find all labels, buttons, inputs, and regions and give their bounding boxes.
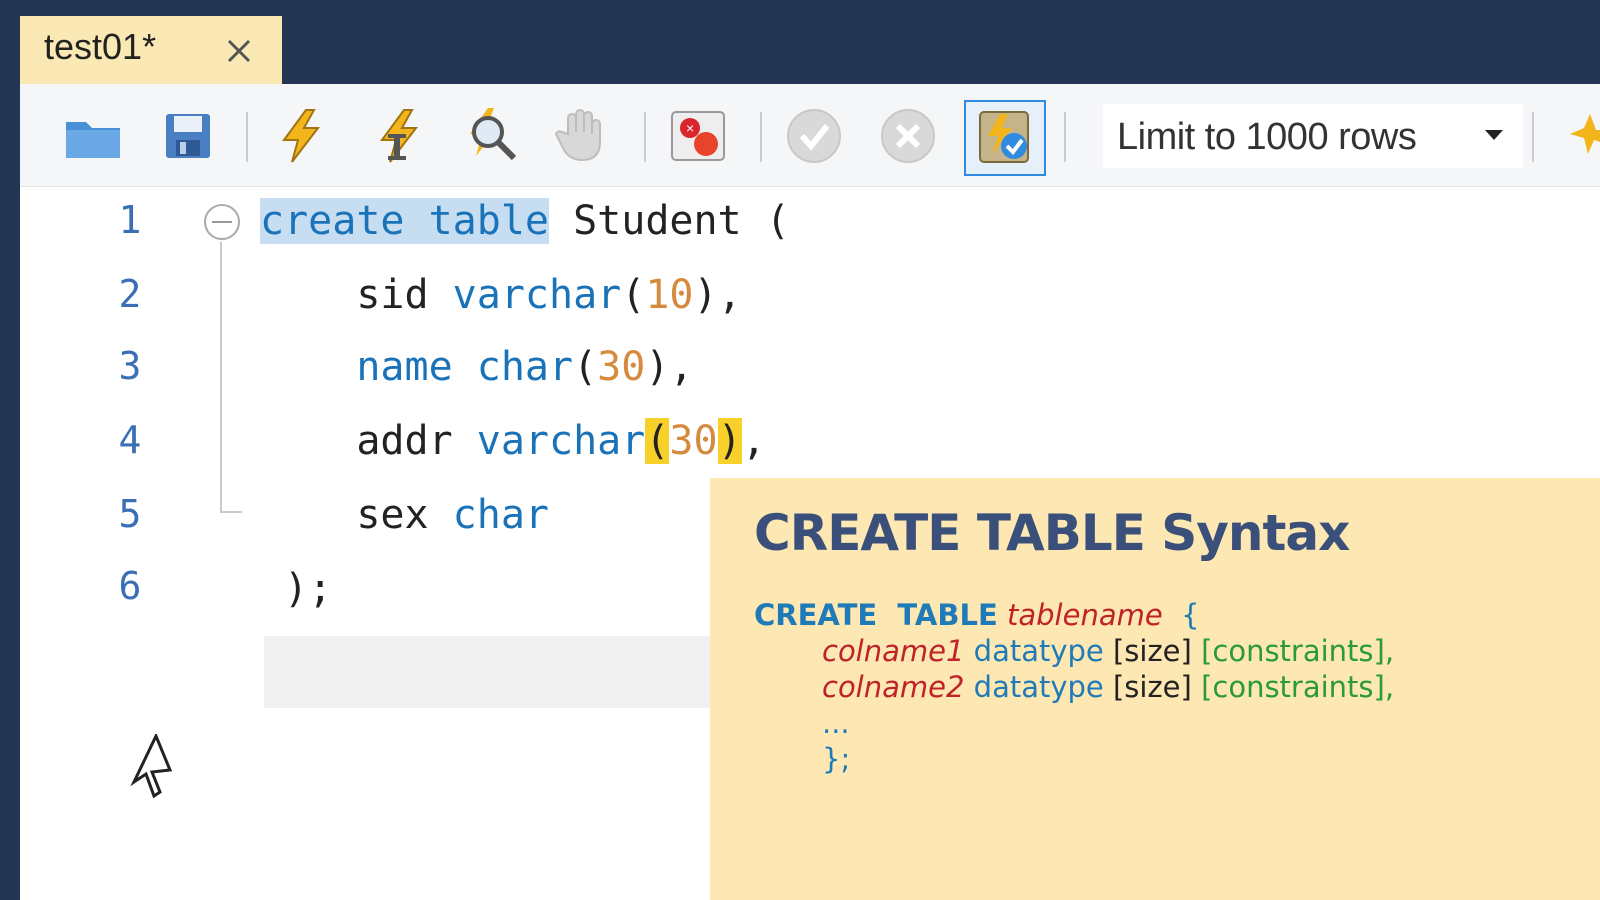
limit-rows-label: Limit to 1000 rows	[1117, 116, 1417, 158]
syntax-size: [size]	[1112, 670, 1192, 704]
toolbar-separator	[246, 112, 248, 162]
data-type: char	[476, 344, 574, 390]
paren: ),	[645, 344, 694, 390]
dropdown-arrow-icon[interactable]	[1483, 128, 1505, 142]
toolbar-separator	[1532, 112, 1534, 162]
syntax-colname: colname2	[822, 670, 965, 704]
rollback-icon[interactable]	[876, 106, 940, 166]
syntax-line-2: colname1 datatype [size] [constraints],	[822, 634, 1394, 668]
syntax-datatype: datatype	[973, 670, 1104, 704]
mouse-cursor-icon	[130, 734, 173, 798]
matched-bracket: )	[717, 418, 742, 464]
toolbar-separator	[644, 112, 646, 162]
autocommit-icon[interactable]	[964, 100, 1046, 176]
syntax-closing: };	[822, 742, 851, 776]
data-type: char	[452, 492, 549, 538]
code-line-3: name char(30),	[260, 336, 694, 398]
code-text: Student (	[548, 198, 790, 244]
execute-current-icon[interactable]	[366, 106, 430, 166]
syntax-constraints: [constraints],	[1201, 634, 1395, 668]
code-line-1: create table Student (	[260, 190, 790, 252]
column-name-keyword: name	[356, 344, 453, 390]
syntax-keyword: CREATE TABLE	[754, 598, 998, 632]
syntax-reference-card: CREATE TABLE Syntax CREATE TABLE tablena…	[710, 478, 1600, 900]
paren: (	[573, 344, 598, 390]
comma: ,	[741, 418, 766, 464]
execute-icon[interactable]	[270, 106, 334, 166]
code-line-6: );	[284, 558, 332, 620]
syntax-datatype: datatype	[973, 634, 1104, 668]
syntax-size: [size]	[1112, 634, 1192, 668]
syntax-constraints: [constraints],	[1201, 670, 1395, 704]
close-icon[interactable]	[224, 36, 254, 66]
save-icon[interactable]	[156, 106, 220, 166]
column-name: sid	[356, 272, 453, 318]
syntax-line-3: colname2 datatype [size] [constraints],	[822, 670, 1394, 704]
paren: ),	[693, 272, 742, 318]
column-name: sex	[356, 492, 453, 538]
fold-collapse-icon[interactable]	[202, 202, 242, 242]
fold-rail	[220, 242, 222, 512]
line-number: 5	[118, 492, 142, 536]
card-title: CREATE TABLE Syntax	[754, 504, 1350, 562]
syntax-line-1: CREATE TABLE tablename {	[754, 598, 1200, 632]
editor-tab[interactable]: test01*	[20, 16, 282, 84]
line-number: 6	[118, 564, 142, 608]
paren: (	[621, 272, 646, 318]
fold-end-marker	[220, 511, 242, 513]
syntax-brace: {	[1181, 598, 1200, 632]
line-number: 2	[118, 272, 142, 316]
toolbar-separator	[1064, 112, 1066, 162]
syntax-colname: colname1	[822, 634, 965, 668]
line-number: 3	[118, 344, 142, 388]
toggle-stop-on-error-icon[interactable]: ×	[666, 106, 730, 166]
data-type: varchar	[476, 418, 646, 464]
code-line-5: sex char	[260, 484, 549, 546]
matched-bracket: (	[645, 418, 670, 464]
tab-title: test01*	[44, 26, 157, 67]
code-line-4: addr varchar(30),	[260, 410, 766, 472]
commit-icon[interactable]	[782, 106, 846, 166]
size-number: 30	[669, 418, 718, 464]
line-number: 1	[118, 198, 142, 242]
open-folder-icon[interactable]	[62, 106, 126, 166]
toolbar-separator	[760, 112, 762, 162]
column-name: addr	[356, 418, 477, 464]
syntax-tablename: tablename	[1007, 598, 1163, 632]
star-icon[interactable]	[1568, 112, 1600, 156]
stop-icon[interactable]	[550, 106, 614, 166]
toolbar: × Limit to 1000 rows	[20, 84, 1600, 187]
size-number: 30	[597, 344, 646, 390]
explain-icon[interactable]	[458, 106, 522, 166]
selected-keywords: create table	[260, 198, 549, 244]
current-line-highlight	[264, 636, 724, 708]
syntax-ellipsis: ...	[822, 706, 850, 740]
line-number: 4	[118, 418, 142, 462]
size-number: 10	[645, 272, 694, 318]
code-text: );	[284, 566, 333, 612]
limit-rows-select[interactable]: Limit to 1000 rows	[1103, 104, 1523, 168]
data-type: varchar	[452, 272, 622, 318]
code-line-2: sid varchar(10),	[260, 264, 742, 326]
svg-text:×: ×	[686, 120, 694, 136]
